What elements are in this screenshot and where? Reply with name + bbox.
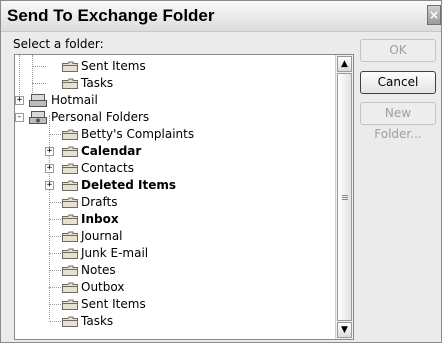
tree-item-label: Calendar [81,144,142,158]
vertical-scrollbar[interactable]: ▲ ▼ [335,55,353,339]
folder-icon [62,248,78,259]
mail-store-icon [29,94,47,107]
tree-item-label: Sent Items [81,59,146,73]
title-bar[interactable]: Send To Exchange Folder × [1,1,441,32]
tree-item-label: Drafts [81,195,118,209]
scroll-up-arrow-icon[interactable]: ▲ [337,56,352,72]
tree-item-label: Inbox [81,212,119,226]
expand-icon[interactable]: + [45,164,54,173]
ok-button[interactable]: OK [360,39,436,62]
folder-icon [62,163,78,174]
select-folder-label: Select a folder: [13,37,104,51]
close-icon[interactable]: × [427,5,441,25]
tree-item-label: Deleted Items [81,178,176,192]
tree-item-label: Journal [81,229,123,243]
folder-icon [62,129,78,140]
folder-icon [62,214,78,225]
folder-icon [62,316,78,327]
tree-item-label: Personal Folders [51,110,150,124]
new-folder-button[interactable]: New Folder... [360,102,436,141]
expand-icon[interactable]: + [45,181,54,190]
scrollbar-thumb[interactable] [337,73,352,321]
send-to-exchange-folder-dialog: Send To Exchange Folder × Select a folde… [0,0,442,343]
folder-icon [62,197,78,208]
tree-line [32,55,33,97]
cancel-button[interactable]: Cancel [360,71,436,94]
folder-icon [62,78,78,89]
folder-icon [62,61,78,72]
folder-icon [62,299,78,310]
tree-item-label: Notes [81,263,116,277]
window-title: Send To Exchange Folder [7,6,215,25]
tree-item-label: Tasks [81,76,114,90]
tree-item-label: Tasks [81,314,114,328]
folder-tree[interactable]: Sent Items Tasks + Hotmail - Personal Fo… [14,54,354,340]
tree-item-label: Contacts [81,161,134,175]
tree-item-label: Hotmail [51,93,98,107]
tree-item-label: Betty's Complaints [81,127,195,141]
tree-item-label: Sent Items [81,297,146,311]
tree-item-label: Junk E-mail [81,246,149,260]
expand-icon[interactable]: + [15,96,24,105]
tree-item-label: Outbox [81,280,125,294]
folder-icon [62,282,78,293]
mail-store-icon [29,111,47,124]
folder-icon [62,146,78,157]
expand-icon[interactable]: + [45,147,54,156]
tree-line [19,55,20,97]
scroll-down-arrow-icon[interactable]: ▼ [337,322,352,338]
folder-icon [62,180,78,191]
folder-icon [62,265,78,276]
folder-icon [62,231,78,242]
collapse-icon[interactable]: - [15,113,24,122]
